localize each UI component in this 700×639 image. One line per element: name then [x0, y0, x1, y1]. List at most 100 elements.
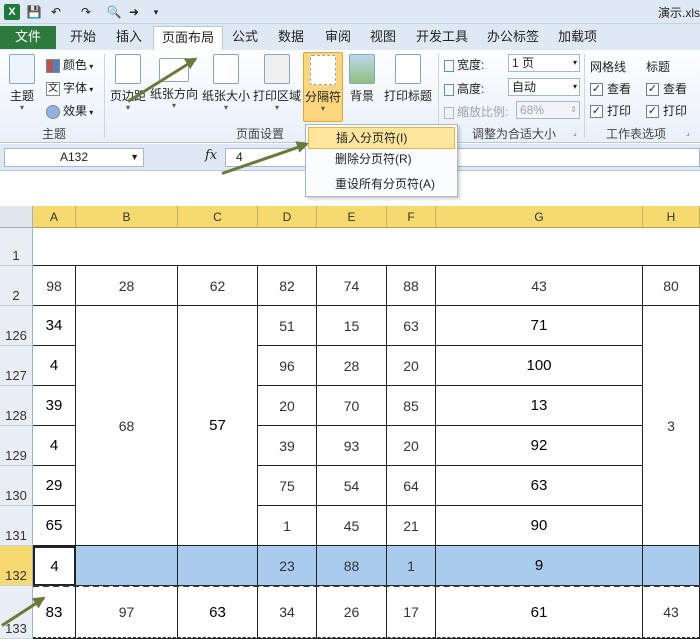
name-box[interactable]: A132 ▼ — [4, 148, 144, 167]
cell[interactable]: 4 — [33, 426, 76, 466]
scale-spinner[interactable]: 68% ⇕ — [516, 101, 580, 119]
cell[interactable] — [76, 546, 178, 586]
column-header-f[interactable]: F — [387, 206, 436, 228]
cell[interactable]: 65 — [33, 506, 76, 546]
dialog-launcher-icon[interactable]: ⌟ — [573, 128, 577, 137]
cell[interactable]: 93 — [317, 426, 387, 466]
tab-review[interactable]: 审阅 — [317, 26, 359, 50]
column-header-h[interactable]: H — [643, 206, 700, 228]
cell[interactable]: 75 — [258, 466, 317, 506]
row-header-1[interactable]: 1 — [0, 228, 33, 266]
print-area-button[interactable]: 打印区域 ▾ — [252, 54, 302, 112]
cell[interactable]: 63 — [387, 306, 436, 346]
cell[interactable]: 45 — [317, 506, 387, 546]
cell[interactable]: 82 — [258, 266, 317, 306]
cell[interactable] — [178, 546, 258, 586]
cell[interactable]: 64 — [387, 466, 436, 506]
height-select[interactable]: 自动 ▾ — [508, 78, 580, 96]
size-button[interactable]: 纸张大小 ▾ — [201, 54, 251, 112]
cell[interactable]: 63 — [178, 586, 258, 639]
cell[interactable]: 20 — [387, 346, 436, 386]
cell[interactable]: 34 — [33, 306, 76, 346]
theme-effects-button[interactable]: 效果 ▾ — [46, 102, 93, 119]
cell[interactable]: 97 — [76, 586, 178, 639]
cell[interactable]: 29 — [33, 466, 76, 506]
cell[interactable]: 88 — [317, 546, 387, 586]
tab-developer[interactable]: 开发工具 — [408, 26, 476, 50]
print-titles-button[interactable]: 打印标题 — [382, 54, 434, 104]
headings-print-checkbox[interactable]: ✓ 打印 — [646, 102, 687, 119]
gridlines-print-checkbox[interactable]: ✓ 打印 — [590, 102, 631, 119]
formula-input[interactable]: 4 — [225, 148, 700, 167]
cell[interactable]: 20 — [258, 386, 317, 426]
save-icon[interactable]: 💾 — [26, 4, 42, 20]
tab-data[interactable]: 数据 — [270, 26, 312, 50]
cell[interactable]: 13 — [436, 386, 643, 426]
print-preview-icon[interactable]: 🔍 — [106, 4, 122, 20]
tab-view[interactable]: 视图 — [362, 26, 404, 50]
menu-item-remove-page-break[interactable]: 删除分页符(R) — [308, 149, 455, 171]
theme-colors-button[interactable]: 颜色 ▾ — [46, 56, 93, 73]
cell[interactable]: 9 — [436, 546, 643, 586]
column-header-b[interactable]: B — [76, 206, 178, 228]
tab-formulas[interactable]: 公式 — [224, 26, 266, 50]
select-all-corner[interactable] — [0, 206, 33, 228]
cell[interactable] — [643, 546, 700, 586]
cell[interactable]: 68 — [76, 306, 178, 546]
column-header-c[interactable]: C — [178, 206, 258, 228]
cell[interactable] — [33, 228, 700, 266]
cell[interactable]: 28 — [317, 346, 387, 386]
cell[interactable]: 88 — [387, 266, 436, 306]
row-header-129[interactable]: 129 — [0, 426, 33, 466]
row-header-131[interactable]: 131 — [0, 506, 33, 546]
cell[interactable]: 51 — [258, 306, 317, 346]
cell[interactable]: 1 — [387, 546, 436, 586]
cell[interactable]: 100 — [436, 346, 643, 386]
tab-home[interactable]: 开始 — [62, 26, 104, 50]
row-header-2[interactable]: 2 — [0, 266, 33, 306]
cell[interactable]: 21 — [387, 506, 436, 546]
cell[interactable]: 39 — [258, 426, 317, 466]
cell[interactable]: 85 — [387, 386, 436, 426]
margins-button[interactable]: 页边距 ▾ — [108, 54, 148, 112]
cell[interactable]: 4 — [33, 346, 76, 386]
tab-file[interactable]: 文件 — [0, 26, 56, 49]
menu-item-insert-page-break[interactable]: 插入分页符(I) — [308, 127, 455, 149]
cell[interactable]: 62 — [178, 266, 258, 306]
cell[interactable]: 20 — [387, 426, 436, 466]
cell[interactable]: 96 — [258, 346, 317, 386]
breaks-button[interactable]: 分隔符 ▾ — [303, 52, 343, 122]
theme-fonts-button[interactable]: 文字体 ▾ — [46, 79, 93, 96]
cell[interactable]: 57 — [178, 306, 258, 546]
row-header-130[interactable]: 130 — [0, 466, 33, 506]
forward-icon[interactable]: ➜ — [126, 4, 142, 20]
cell[interactable]: 90 — [436, 506, 643, 546]
width-select[interactable]: 1 页 ▾ — [508, 54, 580, 72]
column-header-d[interactable]: D — [258, 206, 317, 228]
active-cell-a132[interactable]: 4 — [33, 546, 76, 586]
cell[interactable]: 74 — [317, 266, 387, 306]
cell[interactable]: 3 — [643, 306, 700, 546]
undo-icon[interactable]: ↶ — [48, 4, 64, 20]
customize-quick-access-icon[interactable]: ▾ — [148, 4, 164, 20]
row-header-126[interactable]: 126 — [0, 306, 33, 346]
cell[interactable]: 80 — [643, 266, 700, 306]
cell[interactable]: 70 — [317, 386, 387, 426]
cell[interactable]: 92 — [436, 426, 643, 466]
column-header-g[interactable]: G — [436, 206, 643, 228]
row-header-127[interactable]: 127 — [0, 346, 33, 386]
cell[interactable]: 43 — [643, 586, 700, 639]
headings-view-checkbox[interactable]: ✓ 查看 — [646, 80, 687, 97]
cell[interactable]: 17 — [387, 586, 436, 639]
tab-page-layout[interactable]: 页面布局 — [153, 26, 224, 51]
redo-icon[interactable]: ↷ — [78, 4, 94, 20]
cell[interactable]: 39 — [33, 386, 76, 426]
cell[interactable]: 61 — [436, 586, 643, 639]
dialog-launcher-icon[interactable]: ⌟ — [686, 128, 690, 137]
column-header-e[interactable]: E — [317, 206, 387, 228]
cell[interactable]: 23 — [258, 546, 317, 586]
background-button[interactable]: 背景 — [346, 54, 378, 104]
cell[interactable]: 43 — [436, 266, 643, 306]
cell[interactable]: 34 — [258, 586, 317, 639]
cell[interactable]: 1 — [258, 506, 317, 546]
